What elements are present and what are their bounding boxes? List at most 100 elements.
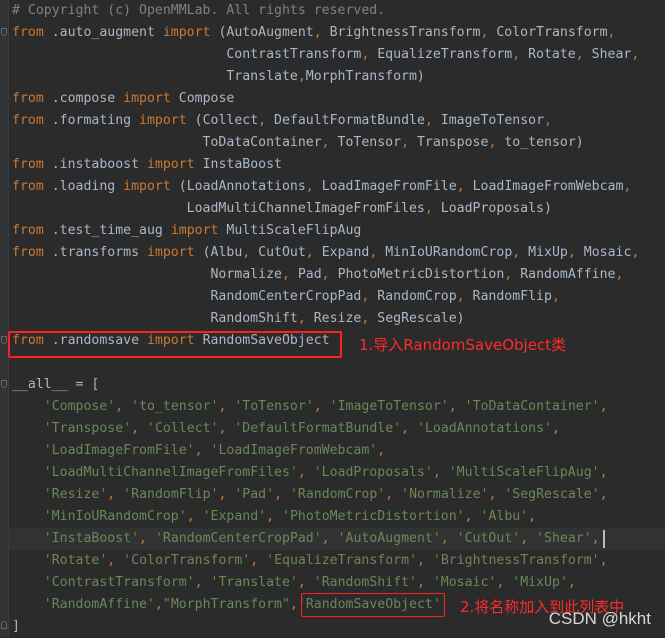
- code-line[interactable]: 'LoadMultiChannelImageFromFiles', 'LoadP…: [12, 462, 608, 484]
- code-line[interactable]: Translate,MorphTransform): [12, 66, 425, 88]
- string-token: 'LoadAnnotations': [416, 421, 552, 436]
- code-token: RandomCrop: [369, 289, 457, 304]
- code-line[interactable]: 'Resize', 'RandomFlip', 'Pad', 'RandomCr…: [12, 484, 608, 506]
- code-token: (Collect: [186, 113, 259, 128]
- code-token: DefaultFormatBundle: [266, 113, 425, 128]
- code-token: Resize: [305, 311, 362, 326]
- string-token: 'LoadImageFromWebcam': [210, 443, 378, 458]
- string-token: 'PhotoMetricDistortion': [282, 509, 465, 524]
- code-token: RandomShift: [12, 311, 298, 326]
- code-line[interactable]: from .instaboost import InstaBoost: [12, 154, 282, 176]
- keyword-token: ,: [313, 399, 330, 414]
- keyword-token: ,: [512, 47, 521, 62]
- code-token: ]: [12, 619, 20, 634]
- keyword-token: ,: [131, 421, 147, 436]
- code-line[interactable]: 'Rotate', 'ColorTransform', 'EqualizeTra…: [12, 550, 608, 572]
- code-line[interactable]: RandomShift, Resize, SegRescale): [12, 308, 465, 330]
- code-token: MultiScaleFlipAug: [218, 223, 362, 238]
- code-token: SegRescale): [369, 311, 465, 326]
- keyword-token: ,: [488, 487, 505, 502]
- keyword-token: ,: [250, 553, 267, 568]
- code-token: Rotate: [520, 47, 576, 62]
- keyword-token: from: [12, 113, 44, 128]
- keyword-token: ,: [544, 113, 552, 128]
- code-line[interactable]: from .compose import Compose: [12, 88, 234, 110]
- code-line[interactable]: 'InstaBoost', 'RandomCenterCropPad', 'Au…: [12, 528, 600, 550]
- code-token: Expand: [313, 245, 370, 260]
- keyword-token: ,: [385, 487, 402, 502]
- keyword-token: ,: [432, 465, 449, 480]
- code-line[interactable]: __all__ = [: [12, 374, 99, 396]
- code-line[interactable]: RandomCenterCropPad, RandomCrop, RandomF…: [12, 286, 559, 308]
- comment-token: # Copyright (c) OpenMMLab. All rights re…: [12, 3, 386, 18]
- code-line[interactable]: ToDataContainer, ToTensor, Transpose, to…: [12, 132, 584, 154]
- keyword-token: from: [12, 179, 44, 194]
- code-line[interactable]: 'Compose', 'to_tensor', 'ToTensor', 'Ima…: [12, 396, 608, 418]
- code-line[interactable]: ContrastTransform, EqualizeTransform, Ro…: [12, 44, 639, 66]
- code-line[interactable]: from .formating import (Collect, Default…: [12, 110, 552, 132]
- string-token: 'RandomCrop': [289, 487, 386, 502]
- keyword-token: import: [123, 91, 171, 106]
- keyword-token: from: [12, 223, 44, 238]
- keyword-token: ,: [377, 443, 386, 458]
- code-line[interactable]: 'MinIoURandomCrop', 'Expand', 'PhotoMetr…: [12, 506, 536, 528]
- fold-icon[interactable]: [1, 380, 7, 388]
- code-line[interactable]: 'Transpose', 'Collect', 'DefaultFormatBu…: [12, 418, 560, 440]
- code-token: .compose: [43, 91, 124, 106]
- code-token: RandomFlip: [464, 289, 552, 304]
- keyword-token: ,: [440, 531, 457, 546]
- string-token: 'SegRescale': [504, 487, 600, 502]
- keyword-token: ,: [599, 553, 608, 568]
- code-token: RandomCenterCropPad: [12, 289, 362, 304]
- editor-gutter: [0, 0, 9, 637]
- keyword-token: ,: [186, 509, 203, 524]
- keyword-token: ,: [599, 487, 608, 502]
- code-token: (AutoAugment: [210, 25, 314, 40]
- code-line[interactable]: 'ContrastTransform', 'Translate', 'Rando…: [12, 572, 576, 594]
- code-line[interactable]: 'LoadImageFromFile', 'LoadImageFromWebca…: [12, 440, 385, 462]
- keyword-token: import: [170, 223, 219, 238]
- annotation-note-1: 1.导入RandomSaveObject类: [359, 336, 567, 354]
- string-token: 'RandomAffine': [43, 597, 155, 612]
- keyword-token: ,: [424, 113, 433, 128]
- keyword-token: ,: [496, 575, 513, 590]
- code-line[interactable]: from .loading import (LoadAnnotations, L…: [12, 176, 631, 198]
- string-token: 'Translate': [210, 575, 298, 590]
- code-token: ColorTransform: [488, 25, 608, 40]
- fold-icon[interactable]: [1, 28, 7, 36]
- string-token: 'Rotate': [43, 553, 108, 568]
- keyword-token: ,: [456, 289, 465, 304]
- code-line[interactable]: Normalize, Pad, PhotoMetricDistortion, R…: [12, 264, 623, 286]
- string-token: 'CutOut': [456, 531, 521, 546]
- code-line[interactable]: from .auto_augment import (AutoAugment, …: [12, 22, 615, 44]
- keyword-token: ,: [456, 179, 465, 194]
- code-token: RandomAffine: [512, 267, 616, 282]
- code-line[interactable]: LoadMultiChannelImageFromFiles, LoadProp…: [12, 198, 552, 220]
- fold-icon[interactable]: [1, 336, 7, 344]
- keyword-token: ,: [289, 597, 298, 612]
- code-token: MorphTransform): [305, 69, 425, 84]
- keyword-token: ,: [297, 575, 314, 590]
- keyword-token: ,: [416, 575, 433, 590]
- code-token: CutOut: [250, 245, 306, 260]
- code-token: PhotoMetricDistortion: [329, 267, 505, 282]
- fold-end-icon[interactable]: [1, 621, 7, 629]
- code-token: MixUp: [520, 245, 568, 260]
- code-token: .auto_augment: [43, 25, 163, 40]
- code-line[interactable]: from .test_time_aug import MultiScaleFli…: [12, 220, 361, 242]
- keyword-token: ,: [631, 245, 640, 260]
- keyword-token: ,: [194, 443, 211, 458]
- keyword-token: ,: [424, 201, 433, 216]
- keyword-token: ,: [448, 399, 465, 414]
- string-token: 'to_tensor': [131, 399, 219, 414]
- string-token: 'ContrastTransform': [43, 575, 195, 590]
- code-line[interactable]: # Copyright (c) OpenMMLab. All rights re…: [12, 0, 385, 22]
- code-line[interactable]: from .transforms import (Albu, CutOut, E…: [12, 242, 639, 264]
- code-token: (Albu: [194, 245, 243, 260]
- string-token: 'EqualizeTransform': [266, 553, 417, 568]
- code-line[interactable]: ]: [12, 616, 20, 638]
